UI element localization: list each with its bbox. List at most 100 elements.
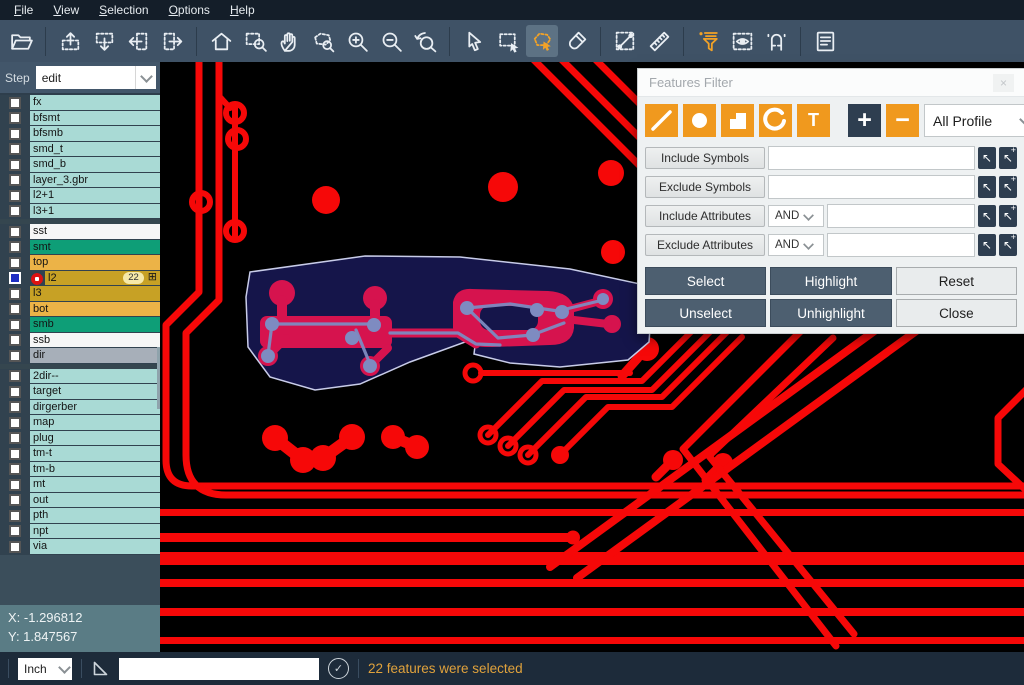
layer-visibility-checkbox[interactable] [0,126,30,142]
features-filter-button[interactable] [692,25,724,57]
filter-text-button[interactable]: T [797,104,830,137]
layer-row[interactable]: layer_3.gbr [0,173,160,189]
layer-row[interactable]: dir [0,348,160,364]
layer-row[interactable]: 2dir-- [0,369,160,385]
layer-name[interactable]: ssb [30,333,160,349]
layer-name[interactable]: l3+1 [30,204,160,220]
exclude-symbols-input[interactable] [768,175,975,199]
zoom-polygon-button[interactable] [307,25,339,57]
layer-visibility-checkbox[interactable] [0,369,30,385]
menu-item-selection[interactable]: Selection [89,0,158,20]
layer-visibility-checkbox[interactable] [0,539,30,555]
layer-row[interactable]: target [0,384,160,400]
layer-name[interactable]: sst [30,224,160,240]
layer-visibility-checkbox[interactable] [0,493,30,509]
unhighlight-button[interactable]: Unhighlight [770,299,891,327]
include-attributes-button[interactable]: Include Attributes [645,205,765,227]
layer-name[interactable]: target [30,384,160,400]
layer-visibility-checkbox[interactable] [0,415,30,431]
pick-add-symbol-button[interactable]: ↖ [999,176,1017,198]
layer-name[interactable]: plug [30,431,160,447]
pick-symbol-button[interactable]: ↖ [978,176,996,198]
layer-name[interactable]: fx [30,95,160,111]
measure-points-button[interactable] [609,25,641,57]
select-rectangle-button[interactable] [492,25,524,57]
layer-name[interactable]: dir [30,348,160,364]
layer-visibility-checkbox[interactable] [0,524,30,540]
exclude-symbols-button[interactable]: Exclude Symbols [645,176,765,198]
layer-row[interactable]: map [0,415,160,431]
layer-visibility-checkbox[interactable] [0,188,30,204]
pick-symbol-button[interactable]: ↖ [978,147,996,169]
exclude-attributes-input[interactable] [827,233,975,257]
layer-name[interactable]: pth [30,508,160,524]
layer-name[interactable]: l3 [30,286,160,302]
include-symbols-button[interactable]: Include Symbols [645,147,765,169]
filter-remove-mode-button[interactable]: − [886,104,919,137]
layer-visibility-checkbox[interactable] [0,431,30,447]
layer-visibility-checkbox[interactable] [0,348,30,364]
layer-row[interactable]: top [0,255,160,271]
zoom-out-button[interactable] [375,25,407,57]
layer-visibility-checkbox[interactable] [0,255,30,271]
pick-attribute-button[interactable]: ↖ [978,234,996,256]
sync-check-icon[interactable]: ✓ [328,658,349,679]
pan-right-button[interactable] [156,25,188,57]
layer-name[interactable]: via [30,539,160,555]
zoom-home-button[interactable] [205,25,237,57]
pan-down-button[interactable] [88,25,120,57]
include-attributes-logic-dropdown[interactable]: AND [768,205,824,227]
command-input[interactable] [119,658,319,680]
layer-row[interactable]: npt [0,524,160,540]
layer-visibility-checkbox[interactable] [0,95,30,111]
layer-row[interactable]: via [0,539,160,555]
layer-visibility-checkbox[interactable] [0,224,30,240]
dialog-title-bar[interactable]: Features Filter × [638,69,1024,97]
filter-arc-button[interactable] [759,104,792,137]
layer-row[interactable]: dirgerber [0,400,160,416]
unselect-button[interactable]: Unselect [645,299,766,327]
view-options-button[interactable] [726,25,758,57]
layer-name[interactable]: bot [30,302,160,318]
scrollbar-thumb[interactable] [157,347,160,409]
layer-visibility-checkbox[interactable] [0,446,30,462]
zoom-previous-button[interactable] [409,25,441,57]
filter-line-button[interactable] [645,104,678,137]
layer-visibility-checkbox[interactable] [0,157,30,173]
filter-surface-button[interactable] [721,104,754,137]
units-dropdown[interactable]: Inch [18,658,72,680]
layer-row[interactable]: out [0,493,160,509]
layer-row[interactable]: l2+1 [0,188,160,204]
layer-name[interactable]: l222⊞ [45,271,160,287]
layer-visibility-checkbox[interactable] [0,333,30,349]
layer-visibility-checkbox[interactable] [0,142,30,158]
profile-dropdown[interactable]: All Profile [924,104,1024,137]
layer-name[interactable]: top [30,255,160,271]
pan-hand-button[interactable] [273,25,305,57]
layer-name[interactable]: tm-b [30,462,160,478]
layer-row[interactable]: l222⊞ [0,271,160,287]
layer-name[interactable]: l2+1 [30,188,160,204]
layer-name[interactable]: smd_b [30,157,160,173]
layer-visibility-checkbox[interactable] [0,508,30,524]
layer-row[interactable]: plug [0,431,160,447]
layer-name[interactable]: bfsmt [30,111,160,127]
layer-row[interactable]: smb [0,317,160,333]
layer-visibility-checkbox[interactable] [0,173,30,189]
report-list-button[interactable] [809,25,841,57]
layer-name[interactable]: out [30,493,160,509]
exclude-attributes-logic-dropdown[interactable]: AND [768,234,824,256]
menu-item-view[interactable]: View [43,0,89,20]
measure-ruler-button[interactable] [643,25,675,57]
layer-row[interactable]: pth [0,508,160,524]
layer-name[interactable]: npt [30,524,160,540]
layer-visibility-checkbox[interactable] [0,384,30,400]
pick-attribute-button[interactable]: ↖ [978,205,996,227]
pick-add-attribute-button[interactable]: ↖ [999,234,1017,256]
filter-pad-button[interactable] [683,104,716,137]
layer-visibility-checkbox[interactable] [0,271,30,287]
clear-selection-button[interactable] [560,25,592,57]
layer-name[interactable]: mt [30,477,160,493]
layer-row[interactable]: l3+1 [0,204,160,220]
select-button[interactable]: Select [645,267,766,295]
